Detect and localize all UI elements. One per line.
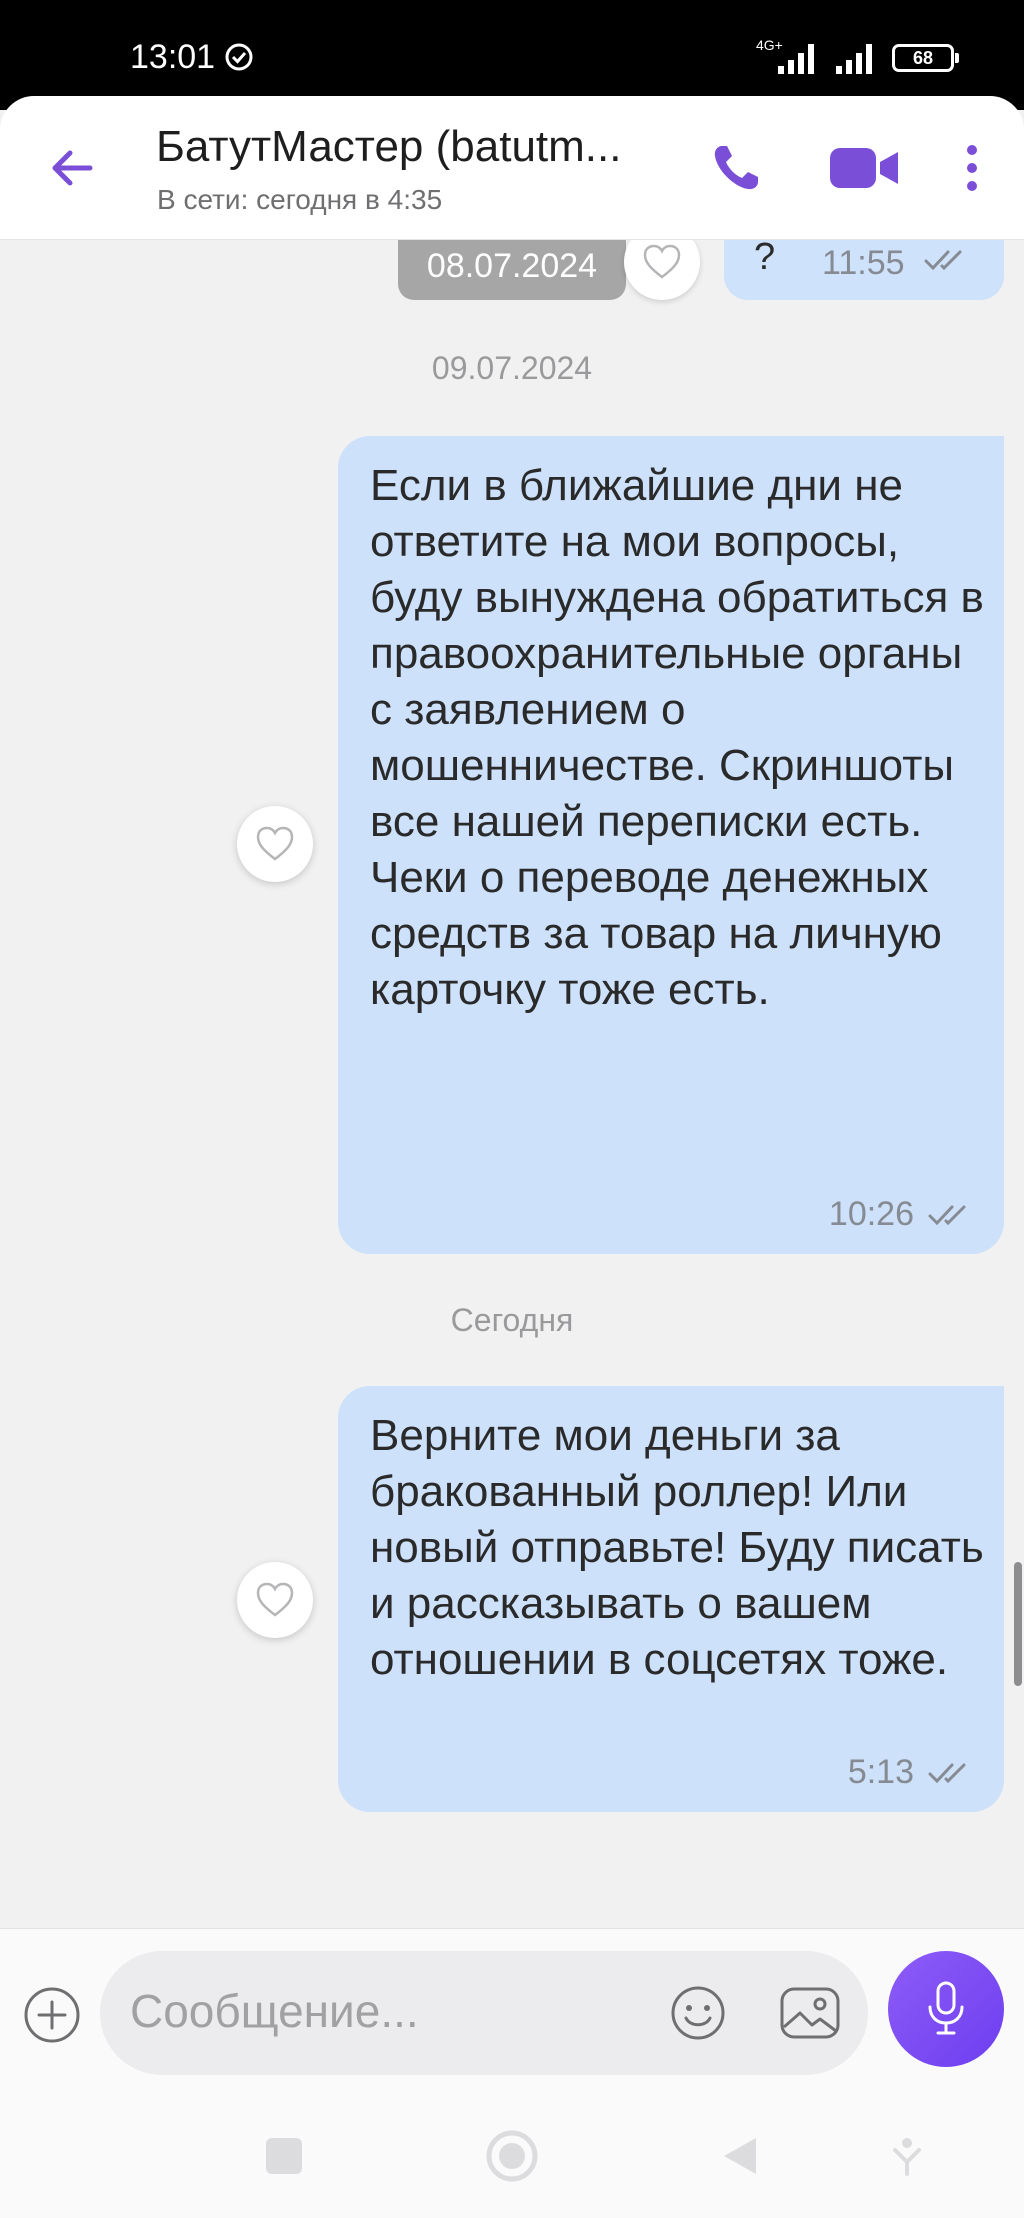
back-triangle-icon[interactable]: [720, 2136, 760, 2176]
accessibility-icon[interactable]: [892, 2136, 922, 2176]
message-input[interactable]: [130, 1981, 630, 2041]
message-time: 5:13: [847, 1753, 914, 1791]
system-nav-bar: [0, 2088, 1024, 2218]
date-separator: 09.07.2024: [0, 350, 1024, 387]
gallery-icon[interactable]: [778, 1983, 842, 2043]
message-field[interactable]: [100, 1951, 868, 2075]
phone-icon[interactable]: [708, 140, 764, 196]
message-meta: 5:13: [848, 1753, 972, 1792]
chat-header: БатутМастер (batutm... В сети: сегодня в…: [0, 96, 1024, 240]
heart-icon: [256, 1582, 294, 1617]
message-meta: 10:26: [829, 1195, 972, 1234]
like-button[interactable]: [237, 1562, 313, 1638]
status-time: 13:01: [130, 38, 216, 76]
heart-icon: [256, 826, 294, 861]
message-text: Верните мои деньги за бракованный роллер…: [370, 1411, 984, 1684]
back-arrow-icon[interactable]: [44, 140, 100, 196]
date-separator: Сегодня: [0, 1302, 1024, 1339]
video-camera-icon[interactable]: [828, 140, 900, 196]
voice-message-button[interactable]: [888, 1951, 1004, 2067]
sync-check-icon: [225, 43, 253, 71]
chat-area[interactable]: 08.07.2024 ? 11:55 09.07.2024 Если в бли…: [0, 240, 1024, 1928]
microphone-icon: [928, 1981, 964, 2035]
message-input-bar: [0, 1928, 1024, 2088]
message-bubble[interactable]: Верните мои деньги за бракованный роллер…: [338, 1386, 1004, 1812]
message-bubble[interactable]: Если в ближайшие дни не ответите на мои …: [338, 436, 1004, 1254]
double-check-icon: [928, 1205, 966, 1225]
date-separator-label: Сегодня: [450, 1302, 574, 1338]
more-vert-icon[interactable]: [956, 140, 988, 196]
message-time: 10:26: [828, 1195, 914, 1233]
date-separator-label: 09.07.2024: [431, 350, 593, 386]
emoji-icon[interactable]: [668, 1983, 728, 2043]
heart-icon: [643, 244, 681, 279]
message-text: ?: [754, 240, 776, 278]
double-check-icon: [928, 1763, 966, 1783]
battery-icon: 68: [892, 44, 959, 72]
signal-icon: [778, 44, 814, 74]
plus-icon[interactable]: [22, 1985, 82, 2045]
recents-square-icon[interactable]: [264, 2136, 304, 2176]
date-badge: 08.07.2024: [398, 240, 626, 300]
contact-name[interactable]: БатутМастер (batutm...: [156, 122, 676, 172]
like-button[interactable]: [624, 240, 700, 300]
signal-icon-2: [836, 44, 872, 74]
contact-status: В сети: сегодня в 4:35: [157, 184, 443, 215]
double-check-icon: [924, 250, 962, 271]
message-time: 11:55: [822, 244, 905, 282]
home-circle-icon[interactable]: [484, 2128, 540, 2184]
status-bar: 13:01 4G+ 68: [0, 0, 1024, 110]
scrollbar[interactable]: [1014, 1562, 1022, 1686]
like-button[interactable]: [237, 806, 313, 882]
message-text: Если в ближайшие дни не ответите на мои …: [370, 461, 984, 1014]
message-bubble[interactable]: ? 11:55: [724, 240, 1004, 300]
